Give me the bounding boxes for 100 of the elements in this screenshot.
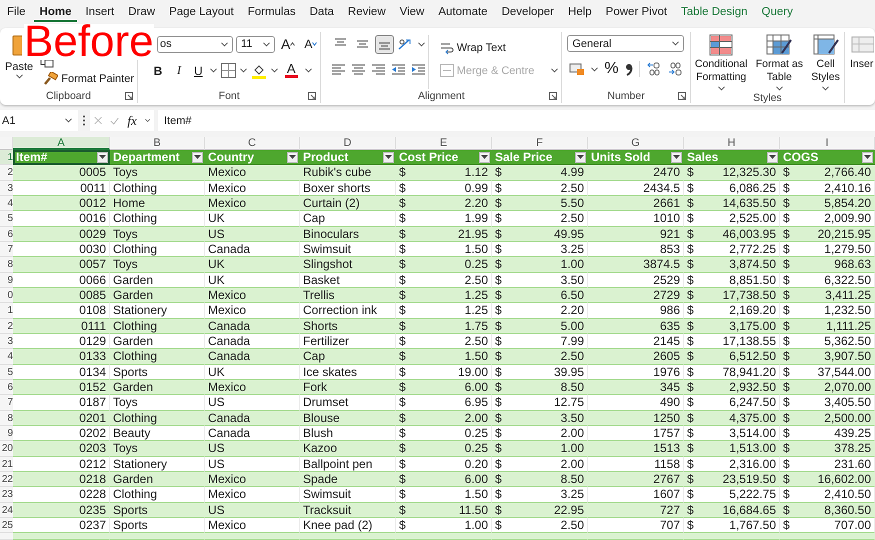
menu-tab[interactable]: File [1, 0, 32, 22]
styles-button[interactable]: Cell Styles [809, 33, 842, 92]
row-header[interactable]: 20 [0, 441, 13, 457]
chevron-icon[interactable] [144, 118, 150, 123]
chevron-icon[interactable] [591, 66, 598, 72]
row-header[interactable]: 7 [0, 242, 13, 258]
dialog-launcher-icon[interactable] [308, 92, 316, 100]
filter-button[interactable] [862, 152, 873, 163]
menu-tab[interactable]: Query [756, 0, 799, 22]
name-box[interactable]: A1 [0, 110, 78, 131]
chevron-icon[interactable] [822, 86, 830, 91]
borders-icon[interactable] [220, 63, 236, 78]
filter-button[interactable] [767, 152, 778, 163]
filter-button[interactable] [97, 152, 108, 163]
insert-function-button[interactable]: fx [127, 112, 137, 128]
row-header[interactable]: 24 [0, 502, 13, 518]
font-size-field[interactable]: 11 [236, 36, 275, 52]
align-center-icon[interactable] [351, 63, 366, 76]
formula-field[interactable]: Item# [158, 110, 875, 131]
chevron-icon[interactable] [270, 68, 278, 73]
menu-tab[interactable]: View [394, 0, 430, 22]
shrink-font-button[interactable]: A [301, 36, 320, 52]
menu-tab[interactable]: Formulas [242, 0, 302, 22]
row-header[interactable]: 22 [0, 472, 13, 488]
chevron-icon[interactable] [304, 68, 312, 73]
font-color-button[interactable]: A [282, 62, 301, 79]
row-header[interactable]: 1 [0, 303, 13, 319]
styles-button[interactable]: Conditional Formatting [692, 33, 750, 92]
decrease-decimal-icon[interactable] [666, 62, 682, 76]
row-header[interactable]: 25 [0, 518, 13, 534]
dialog-launcher-icon[interactable] [678, 92, 686, 100]
row-header[interactable]: 0 [0, 288, 13, 304]
column-header[interactable]: H [684, 137, 780, 150]
row-header[interactable]: 2 [0, 318, 13, 334]
menu-tab[interactable]: Draw [122, 0, 162, 22]
filter-button[interactable] [192, 152, 203, 163]
filter-button[interactable] [383, 152, 394, 163]
menu-tab[interactable]: Table Design [675, 0, 754, 22]
styles-button[interactable]: Format as Table [754, 33, 805, 92]
decrease-indent-icon[interactable] [391, 63, 406, 76]
row-header[interactable]: 3 [0, 334, 13, 350]
row-header[interactable]: 21 [0, 456, 13, 472]
chevron-icon[interactable] [263, 42, 270, 46]
number-format-field[interactable]: General [567, 35, 684, 52]
row-header[interactable]: 1 [0, 150, 13, 166]
menu-tab[interactable]: Review [342, 0, 392, 22]
row-header[interactable]: 4 [0, 349, 13, 365]
wrap-text-button[interactable]: Wrap Text [436, 40, 562, 56]
grow-font-button[interactable]: A [278, 35, 298, 53]
more-options-icon[interactable] [82, 115, 86, 126]
bold-button[interactable]: B [149, 62, 167, 78]
column-header[interactable]: F [492, 137, 588, 150]
row-header[interactable]: 6 [0, 226, 13, 242]
menu-tab[interactable]: Home [34, 0, 78, 22]
column-header[interactable]: I [780, 137, 875, 150]
increase-indent-icon[interactable] [411, 63, 426, 76]
chevron-icon[interactable] [221, 42, 228, 46]
paste-button[interactable]: Paste [4, 60, 34, 80]
row-header[interactable]: 6 [0, 380, 13, 396]
row-header[interactable]: 23 [0, 487, 13, 503]
menu-tab[interactable]: Automate [432, 0, 494, 22]
clipboard-icon[interactable] [12, 34, 22, 56]
underline-button[interactable]: U [191, 62, 206, 78]
chevron-icon[interactable] [16, 74, 23, 79]
row-header[interactable]: 5 [0, 364, 13, 380]
comma-style-icon[interactable] [624, 62, 633, 76]
percent-style-button[interactable]: % [604, 60, 619, 78]
row-header[interactable]: 7 [0, 395, 13, 411]
italic-button[interactable]: I [171, 62, 187, 79]
fill-color-icon[interactable] [250, 62, 267, 78]
insert-button[interactable]: Inser [849, 33, 875, 103]
increase-decimal-icon[interactable] [646, 62, 661, 76]
column-header[interactable]: G [588, 137, 684, 150]
chevron-icon[interactable] [776, 86, 783, 91]
menu-tab[interactable]: Power Pivot [600, 0, 674, 22]
align-right-icon[interactable] [371, 63, 386, 76]
row-header[interactable]: 9 [0, 426, 13, 442]
row-header[interactable]: 4 [0, 196, 13, 212]
align-left-icon[interactable] [331, 63, 346, 76]
row-header[interactable]: 2 [0, 165, 13, 181]
filter-button[interactable] [479, 152, 490, 163]
accounting-format-icon[interactable] [569, 62, 586, 76]
menu-tab[interactable]: Help [562, 0, 598, 22]
row-header[interactable]: 5 [0, 211, 13, 227]
menu-tab[interactable]: Page Layout [163, 0, 240, 22]
menu-tab[interactable]: Data [304, 0, 340, 22]
chevron-icon[interactable] [240, 68, 247, 73]
row-header[interactable]: 9 [0, 272, 13, 288]
filter-button[interactable] [287, 152, 298, 163]
bottom-align-icon[interactable] [375, 35, 394, 54]
format-painter-button[interactable]: Format Painter [40, 71, 137, 87]
menu-tab[interactable]: Developer [496, 0, 560, 22]
chevron-icon[interactable] [718, 86, 725, 91]
column-header[interactable]: C [205, 137, 300, 150]
font-name-field[interactable]: os [157, 36, 233, 52]
menu-tab[interactable]: Insert [79, 0, 120, 22]
filter-button[interactable] [575, 152, 586, 163]
row-header[interactable]: 8 [0, 257, 13, 273]
dialog-launcher-icon[interactable] [549, 92, 558, 100]
chevron-icon[interactable] [65, 118, 72, 123]
